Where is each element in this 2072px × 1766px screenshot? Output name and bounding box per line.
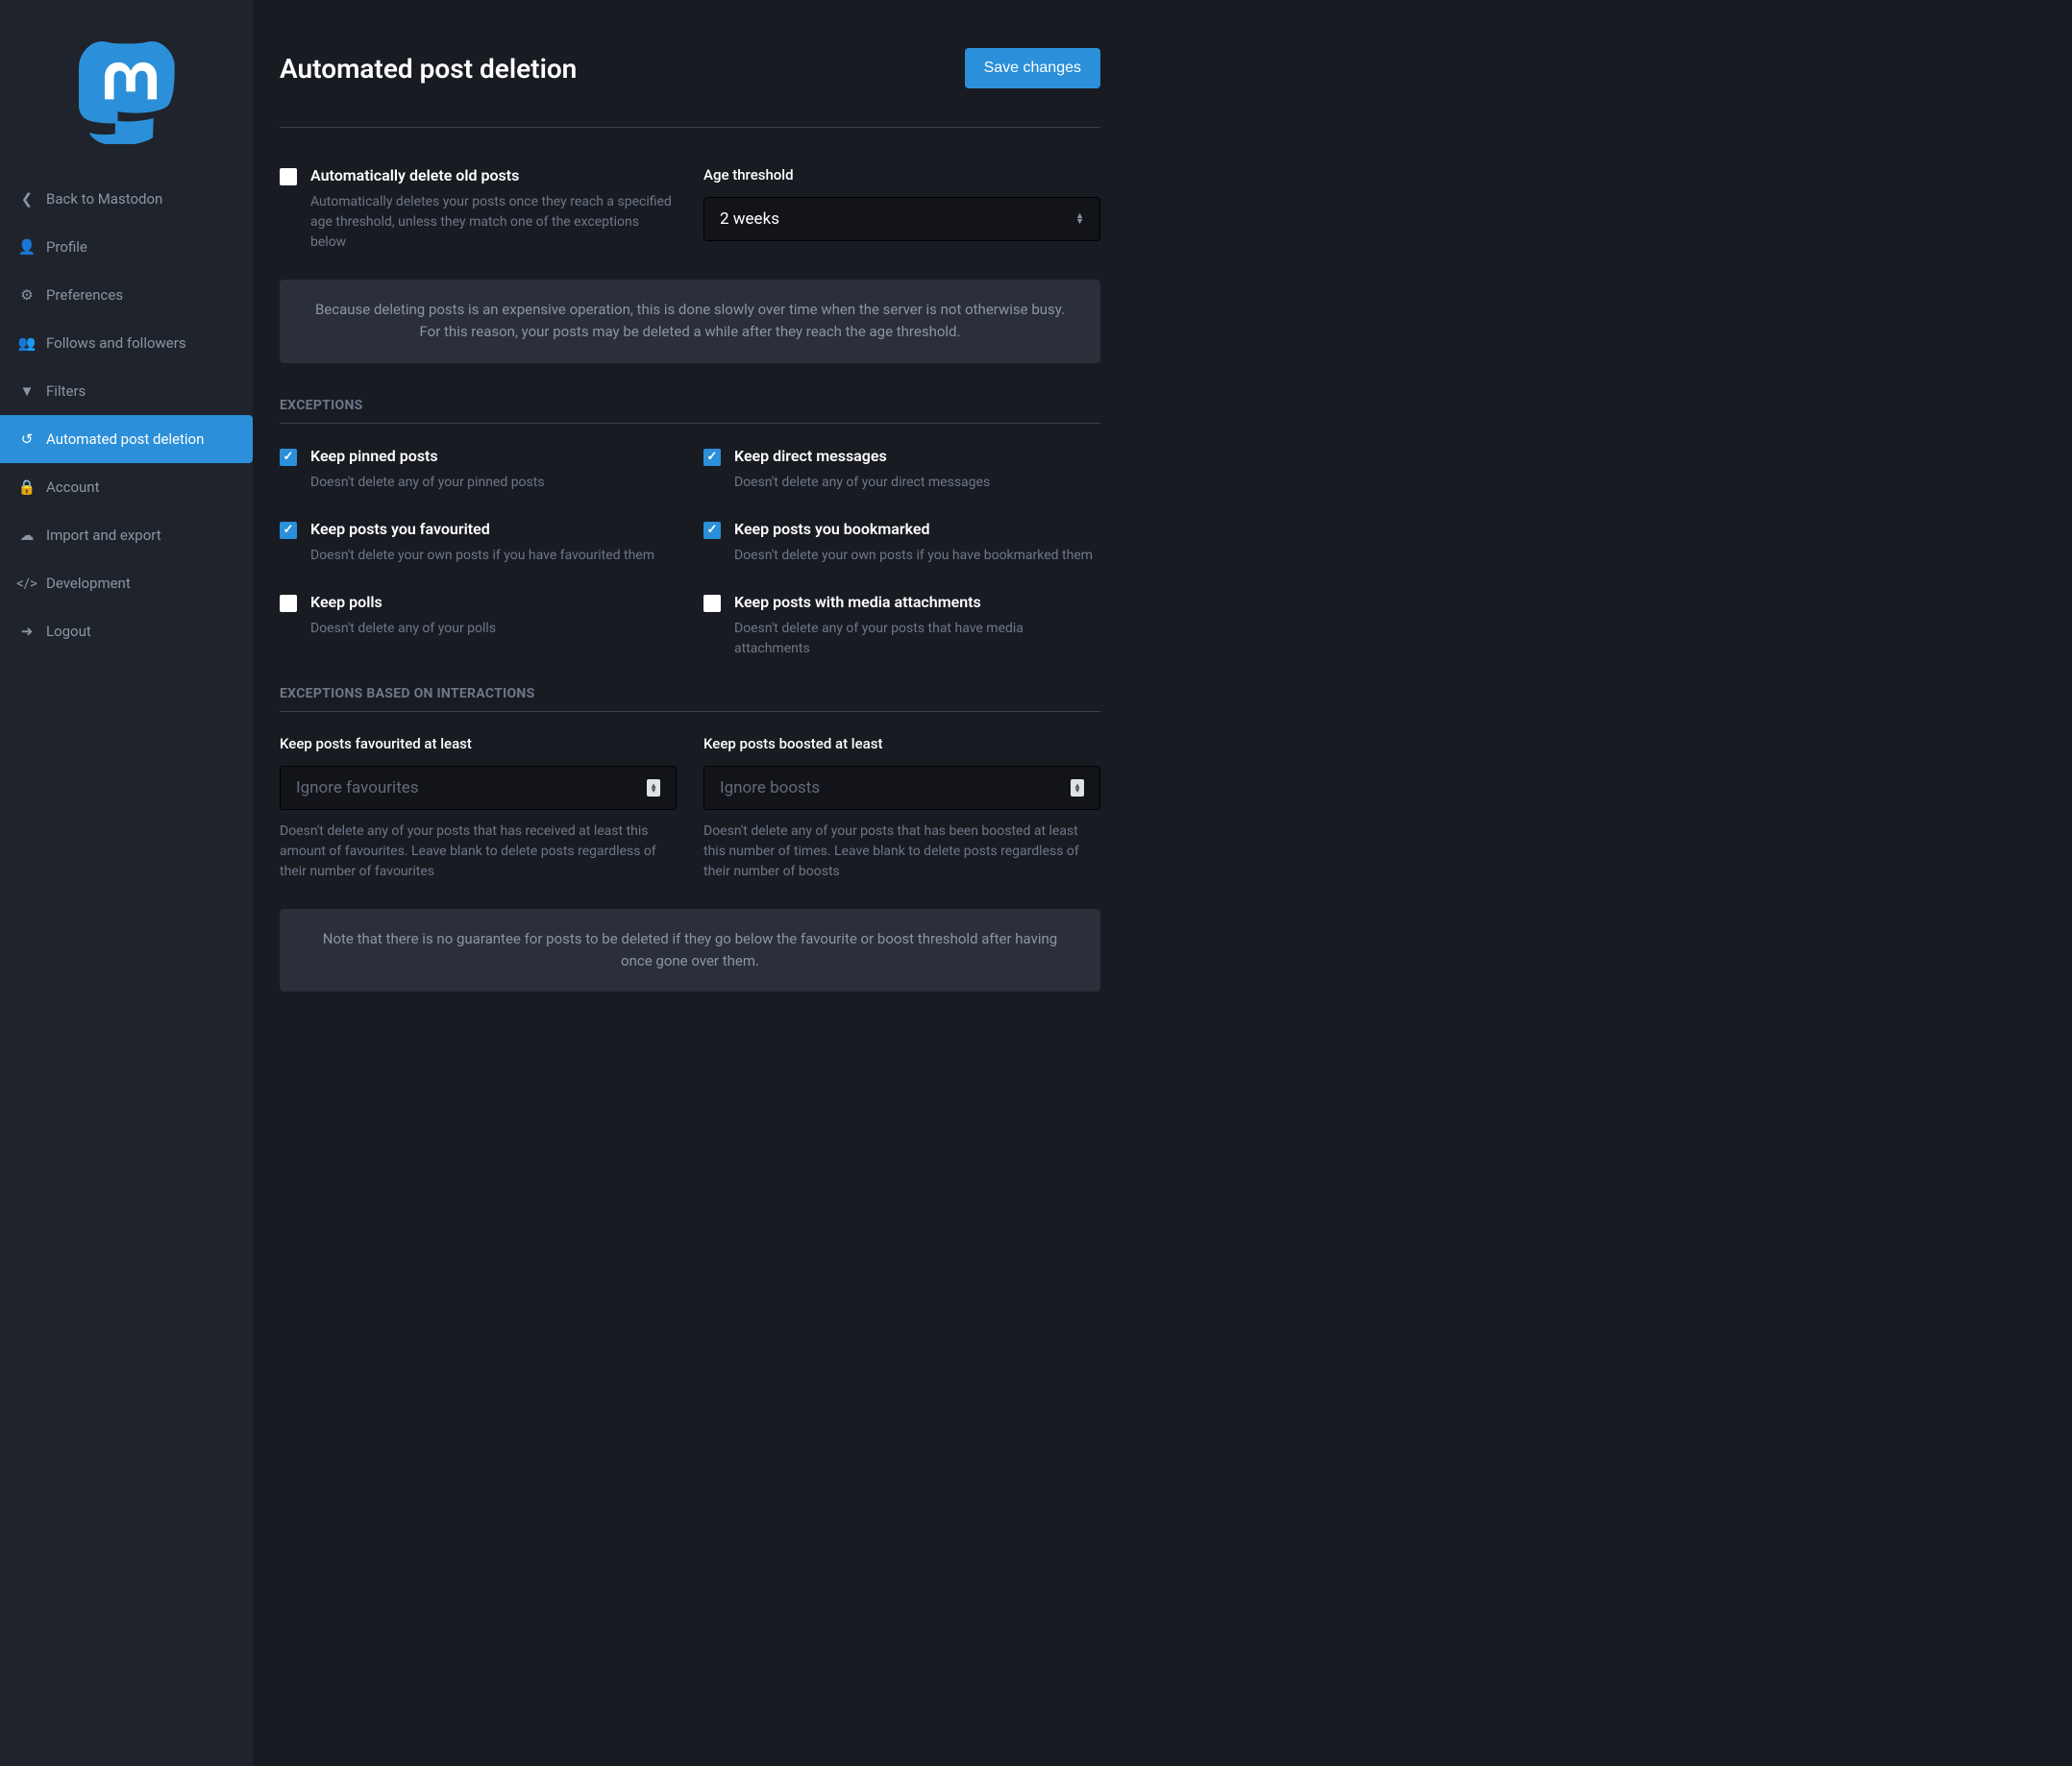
exception-hint: Doesn't delete any of your pinned posts [310, 473, 545, 493]
history-icon: ↺ [19, 430, 35, 448]
main-content: Automated post deletion Save changes Aut… [253, 0, 1127, 1766]
info-note-1: Because deleting posts is an expensive o… [280, 280, 1100, 363]
fav-threshold-hint: Doesn't delete any of your posts that ha… [280, 822, 677, 882]
interactions-heading: EXCEPTIONS BASED ON INTERACTIONS [280, 686, 1100, 712]
exception-hint: Doesn't delete your own posts if you hav… [310, 546, 654, 566]
page-title: Automated post deletion [280, 53, 577, 85]
exception-label: Keep posts with media attachments [734, 593, 1100, 611]
auto-delete-hint: Automatically deletes your posts once th… [310, 192, 677, 253]
sidebar-item-label: Import and export [46, 527, 161, 544]
sidebar-item-label: Follows and followers [46, 334, 186, 352]
sidebar-item-label: Back to Mastodon [46, 190, 162, 208]
lock-icon: 🔒 [19, 478, 35, 496]
exception-checkbox[interactable] [703, 522, 721, 539]
sidebar-item-follows-and-followers[interactable]: 👥 Follows and followers [0, 319, 253, 367]
boost-threshold-label: Keep posts boosted at least [703, 735, 1100, 752]
chevron-left-icon: ❮ [19, 190, 35, 208]
exception-checkbox[interactable] [280, 522, 297, 539]
sidebar-item-label: Account [46, 478, 100, 496]
fav-threshold-label: Keep posts favourited at least [280, 735, 677, 752]
sidebar: ❮ Back to Mastodon 👤 Profile ⚙ Preferences 👥 Fo… [0, 0, 253, 1766]
sidebar-item-back-to-mastodon[interactable]: ❮ Back to Mastodon [0, 175, 253, 223]
chevron-updown-icon: ▲▼ [1071, 779, 1084, 797]
user-icon: 👤 [19, 238, 35, 256]
signout-icon: ➜ [19, 623, 35, 640]
exception-checkbox[interactable] [703, 595, 721, 612]
code-icon: </> [19, 575, 35, 592]
sidebar-item-account[interactable]: 🔒 Account [0, 463, 253, 511]
boost-threshold-hint: Doesn't delete any of your posts that ha… [703, 822, 1100, 882]
exception-label: Keep direct messages [734, 447, 990, 465]
chevron-updown-icon: ▲▼ [647, 779, 660, 797]
sidebar-item-label: Profile [46, 238, 87, 256]
sidebar-item-label: Automated post deletion [46, 430, 204, 448]
sidebar-item-profile[interactable]: 👤 Profile [0, 223, 253, 271]
sidebar-item-development[interactable]: </> Development [0, 559, 253, 607]
exception-label: Keep polls [310, 593, 496, 611]
auto-delete-label: Automatically delete old posts [310, 166, 677, 184]
info-note-2: Note that there is no guarantee for post… [280, 909, 1100, 993]
boost-threshold-select[interactable]: Ignore boosts ▲▼ [703, 766, 1100, 810]
sidebar-item-import-and-export[interactable]: ☁ Import and export [0, 511, 253, 559]
exception-checkbox[interactable] [280, 449, 297, 466]
app-logo[interactable] [0, 0, 253, 175]
exception-hint: Doesn't delete your own posts if you hav… [734, 546, 1093, 566]
save-button[interactable]: Save changes [965, 48, 1100, 88]
sidebar-item-filters[interactable]: ▼ Filters [0, 367, 253, 415]
sidebar-item-logout[interactable]: ➜ Logout [0, 607, 253, 655]
age-threshold-select[interactable]: 2 weeks ▲▼ [703, 197, 1100, 241]
gear-icon: ⚙ [19, 286, 35, 304]
sidebar-item-automated-post-deletion[interactable]: ↺ Automated post deletion [0, 415, 253, 463]
exception-checkbox[interactable] [280, 595, 297, 612]
exception-hint: Doesn't delete any of your posts that ha… [734, 619, 1100, 659]
sidebar-item-label: Filters [46, 382, 86, 400]
exception-checkbox[interactable] [703, 449, 721, 466]
fav-threshold-select[interactable]: Ignore favourites ▲▼ [280, 766, 677, 810]
exceptions-heading: EXCEPTIONS [280, 398, 1100, 424]
users-icon: 👥 [19, 334, 35, 352]
exception-hint: Doesn't delete any of your direct messag… [734, 473, 990, 493]
sidebar-item-label: Preferences [46, 286, 123, 304]
exception-label: Keep posts you bookmarked [734, 520, 1093, 538]
sidebar-item-label: Logout [46, 623, 91, 640]
exception-hint: Doesn't delete any of your polls [310, 619, 496, 639]
sidebar-item-label: Development [46, 575, 131, 592]
age-threshold-label: Age threshold [703, 166, 1100, 184]
exception-label: Keep posts you favourited [310, 520, 654, 538]
filter-icon: ▼ [19, 382, 35, 400]
chevron-updown-icon: ▲▼ [1075, 213, 1084, 225]
cloud-icon: ☁ [19, 527, 35, 544]
auto-delete-checkbox[interactable] [280, 168, 297, 185]
sidebar-item-preferences[interactable]: ⚙ Preferences [0, 271, 253, 319]
exception-label: Keep pinned posts [310, 447, 545, 465]
